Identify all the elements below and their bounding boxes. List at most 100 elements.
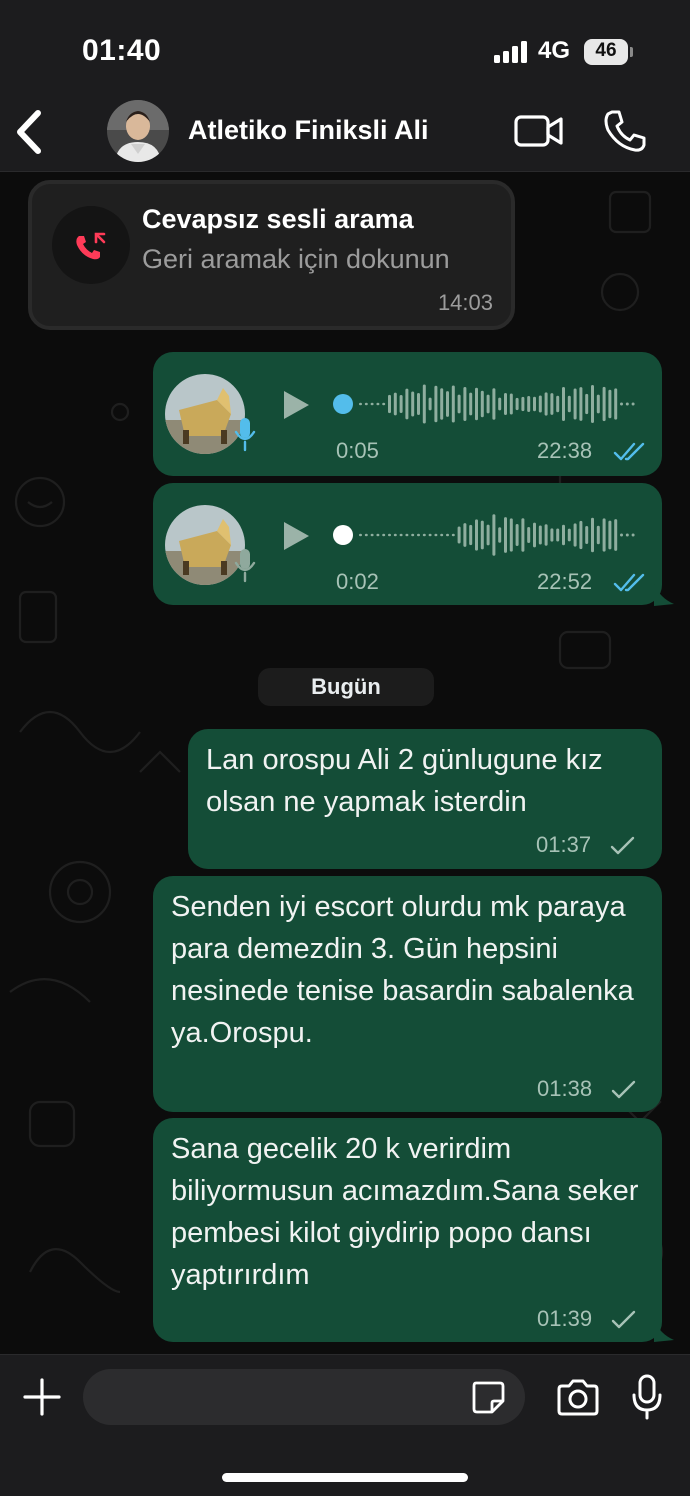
waveform-bar [364, 533, 368, 537]
message-input[interactable] [83, 1369, 525, 1425]
voice-message[interactable]: 0:05 22:38 [153, 352, 662, 476]
waveform-bar [480, 520, 484, 550]
sent-tick-icon [611, 1310, 636, 1329]
waveform-bar [533, 396, 536, 412]
attach-button[interactable] [22, 1377, 62, 1417]
play-button[interactable] [281, 388, 311, 422]
waveform-bar [417, 533, 420, 537]
camera-icon [557, 1379, 599, 1416]
waveform-bar [480, 390, 484, 418]
waveform-bar [393, 392, 397, 416]
waveform-bar [382, 533, 386, 537]
bubble-tail [654, 1320, 674, 1342]
waveform-bar [562, 387, 565, 421]
waveform-bar [614, 388, 618, 420]
waveform-bar [527, 526, 531, 544]
waveform-bar [579, 387, 583, 421]
playback-scrubber[interactable] [333, 394, 353, 414]
waveform-bar [370, 533, 374, 537]
voice-duration: 0:05 [336, 438, 379, 463]
waveform-bar [614, 519, 618, 551]
waveform-bar [376, 402, 380, 406]
read-receipt-icon [613, 442, 645, 461]
waveform-bar [602, 518, 606, 552]
voice-call-button[interactable] [602, 108, 646, 154]
waveform-bar [399, 533, 403, 537]
voice-waveform[interactable] [333, 380, 637, 428]
microphone-icon [632, 1374, 662, 1420]
message-text: Senden iyi escort olurdu mk paraya para … [171, 891, 634, 1049]
message-bubble[interactable]: Senden iyi escort olurdu mk paraya para … [153, 876, 662, 1112]
message-bubble[interactable]: Sana gecelik 20 k verirdim biliyormusun … [153, 1118, 662, 1342]
video-call-button[interactable] [512, 110, 566, 152]
waveform-bar [434, 385, 438, 423]
voice-duration: 0:02 [336, 569, 379, 594]
contact-avatar[interactable] [107, 100, 169, 162]
microphone-icon [234, 549, 256, 583]
missed-call-card[interactable]: Cevapsız sesli arama Geri aramak için do… [28, 180, 515, 330]
waveform-bar [625, 402, 629, 406]
date-divider: Bugün [258, 668, 434, 706]
voice-message[interactable]: 0:02 22:52 [153, 483, 662, 605]
message-bubble[interactable]: Lan orospu Ali 2 günlugune kız olsan ne … [188, 729, 662, 869]
microphone-icon [234, 418, 256, 452]
waveform-bar [579, 520, 583, 550]
waveform-bar [631, 402, 635, 406]
waveform-bar [428, 397, 432, 411]
waveform-bar [440, 533, 444, 537]
waveform-bar [382, 402, 386, 406]
waveform-bar [596, 394, 600, 414]
battery-level: 46 [595, 40, 617, 61]
waveform-bar [451, 533, 455, 537]
video-camera-icon [514, 115, 563, 147]
waveform-bar [492, 514, 496, 556]
waveform-bar [533, 522, 536, 548]
waveform-bar [504, 517, 507, 553]
waveform-bar [411, 533, 415, 537]
waveform-bar [521, 396, 525, 412]
back-button[interactable] [10, 105, 50, 159]
message-time: 01:39 [537, 1306, 593, 1331]
waveform-bar [556, 395, 560, 413]
waveform-bar [538, 525, 542, 545]
waveform-bar [556, 528, 560, 542]
waveform-bar [504, 392, 507, 416]
message-text: Sana gecelik 20 k verirdim biliyormusun … [171, 1133, 639, 1291]
waveform-bar [591, 384, 594, 424]
waveform-bar [509, 518, 513, 552]
voice-record-button[interactable] [630, 1373, 664, 1421]
waveform-bar [463, 386, 467, 422]
chat-area[interactable]: Cevapsız sesli arama Geri aramak için do… [0, 172, 690, 1354]
avatar-photo [107, 100, 169, 162]
waveform-bar [388, 533, 391, 537]
waveform-bar [509, 393, 513, 415]
waveform-bar [538, 395, 542, 413]
waveform-bar [486, 394, 490, 414]
waveform-bar [486, 524, 490, 546]
message-composer [0, 1354, 690, 1496]
signal-icon [494, 41, 528, 63]
chat-header: 01:40 4G 46 Atletiko Finiksli Ali [0, 0, 690, 172]
message-text: Lan orospu Ali 2 günlugune kız olsan ne … [206, 744, 603, 818]
waveform-bar [550, 393, 554, 415]
waveform-bar [475, 387, 478, 421]
missed-call-icon [76, 232, 106, 260]
waveform-bar [469, 524, 473, 546]
waveform-bar [585, 525, 589, 545]
chevron-left-icon [17, 110, 41, 154]
camera-button[interactable] [555, 1377, 601, 1417]
sticker-button[interactable] [470, 1379, 506, 1415]
playback-scrubber[interactable] [333, 525, 353, 545]
home-indicator[interactable] [222, 1473, 468, 1482]
sent-tick-icon [610, 836, 635, 855]
play-button[interactable] [281, 519, 311, 553]
waveform-bar [498, 527, 502, 543]
waveform-bar [388, 394, 391, 414]
voice-waveform[interactable] [333, 511, 637, 559]
play-icon [284, 522, 309, 550]
sticker-icon [472, 1381, 505, 1414]
waveform-bar [417, 392, 420, 416]
waveform-bar [422, 384, 426, 424]
contact-name[interactable]: Atletiko Finiksli Ali [188, 115, 429, 146]
waveform-bar [562, 524, 565, 546]
